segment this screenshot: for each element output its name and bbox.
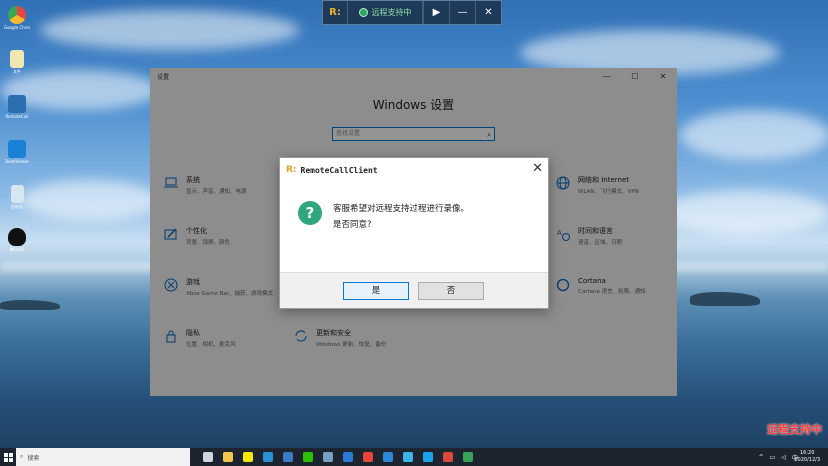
file-icon [10, 50, 24, 68]
dialog-close-button[interactable]: ✕ [532, 161, 543, 176]
taskbar-app-wechat[interactable] [298, 448, 318, 466]
taskbar-app-thunder[interactable] [338, 448, 358, 466]
dialog-titlebar: R: RemoteCallClient ✕ [280, 158, 548, 182]
thunder-icon [343, 452, 353, 462]
system-tray: ^ ▭ ◁ 中 [753, 448, 798, 466]
question-icon: ? [298, 201, 322, 225]
chrome-icon [363, 452, 373, 462]
taskbar-app-remotecall[interactable] [278, 448, 298, 466]
taskbar-app-folder[interactable] [218, 448, 238, 466]
desktop-icon-recycle-bin[interactable]: 回收站 [4, 185, 30, 210]
play-button[interactable]: ▶ [423, 1, 449, 24]
remote-status-label: 远程支持中 [371, 8, 412, 17]
wechat-icon [303, 452, 313, 462]
app3-icon [443, 452, 453, 462]
app4-icon [463, 452, 473, 462]
app2-icon [403, 452, 413, 462]
search-icon: ⌕ [20, 453, 24, 460]
ie-icon [263, 452, 273, 462]
dialog-title: RemoteCallClient [300, 165, 378, 175]
taskbar-app-app4[interactable] [458, 448, 478, 466]
taskbar-app-kakaotalk[interactable] [238, 448, 258, 466]
volume-icon[interactable]: ◁ [781, 454, 786, 461]
minimize-button[interactable]: — [449, 1, 475, 24]
yes-button[interactable]: 是 [343, 282, 409, 300]
desktop-icon-file[interactable]: 文件 [4, 50, 30, 75]
remotecall-icon [8, 95, 26, 113]
start-button[interactable] [0, 448, 16, 466]
close-button[interactable]: ✕ [475, 1, 501, 24]
chevron-up-icon[interactable]: ^ [759, 454, 764, 461]
dialog-message-line2: 是否同意? [333, 220, 372, 230]
app-icon [323, 452, 333, 462]
windows-icon [3, 452, 13, 462]
kakaotalk-icon [243, 452, 253, 462]
edge-icon [383, 452, 393, 462]
dialog-message-line1: 客服希望对远程支持过程进行录像。 [333, 204, 470, 214]
taskbar-clock[interactable]: 16:20 2020/12/3 [794, 450, 820, 464]
dialog-footer: 是 否 [280, 272, 548, 308]
chrome-icon [8, 6, 26, 24]
taskbar: ⌕ 搜索 ^ ▭ ◁ 中 16:20 2020/12/3 [0, 448, 828, 466]
qq-icon [8, 228, 26, 246]
task-view-icon [203, 452, 213, 462]
taskbar-app-task-view[interactable] [198, 448, 218, 466]
taskbar-search-input[interactable]: ⌕ 搜索 [16, 448, 190, 466]
taskbar-search-placeholder: 搜索 [27, 454, 40, 462]
clock-time: 16:20 [799, 450, 815, 456]
taskbar-app-app3[interactable] [438, 448, 458, 466]
desktop-icon-qq[interactable]: 腾讯QQ [4, 228, 30, 253]
teamviewer-icon [8, 140, 26, 158]
taskbar-app-app2[interactable] [398, 448, 418, 466]
desktop-icon-remotecall[interactable]: RemoteCall [4, 95, 30, 119]
clock-date: 2020/12/3 [794, 457, 820, 463]
network-icon[interactable]: ▭ [770, 454, 776, 461]
taskbar-app-qq-browser[interactable] [418, 448, 438, 466]
desktop-icon-chrome[interactable]: Google Chrome [4, 6, 30, 30]
remotecall-icon [283, 452, 293, 462]
status-dot-icon [358, 8, 368, 17]
recycle-bin-icon [10, 185, 24, 203]
desktop-icon-teamviewer[interactable]: TeamViewer [4, 140, 30, 164]
taskbar-app-edge[interactable] [378, 448, 398, 466]
taskbar-apps [198, 448, 478, 466]
taskbar-app-ie[interactable] [258, 448, 278, 466]
qq-browser-icon [423, 452, 433, 462]
taskbar-app-app[interactable] [318, 448, 338, 466]
remote-support-watermark: 远程支持中 [767, 423, 822, 436]
remotecall-logo-icon: R: [286, 165, 297, 175]
taskbar-app-chrome[interactable] [358, 448, 378, 466]
remote-support-toolbar: R: 远程支持中 ▶ — ✕ [322, 0, 502, 25]
recording-consent-dialog: R: RemoteCallClient ✕ ? 客服希望对远程支持过程进行录像。… [279, 157, 549, 309]
no-button[interactable]: 否 [418, 282, 484, 300]
remotecall-logo: R: [323, 1, 348, 24]
folder-icon [223, 452, 233, 462]
remote-status: 远程支持中 [348, 1, 423, 24]
